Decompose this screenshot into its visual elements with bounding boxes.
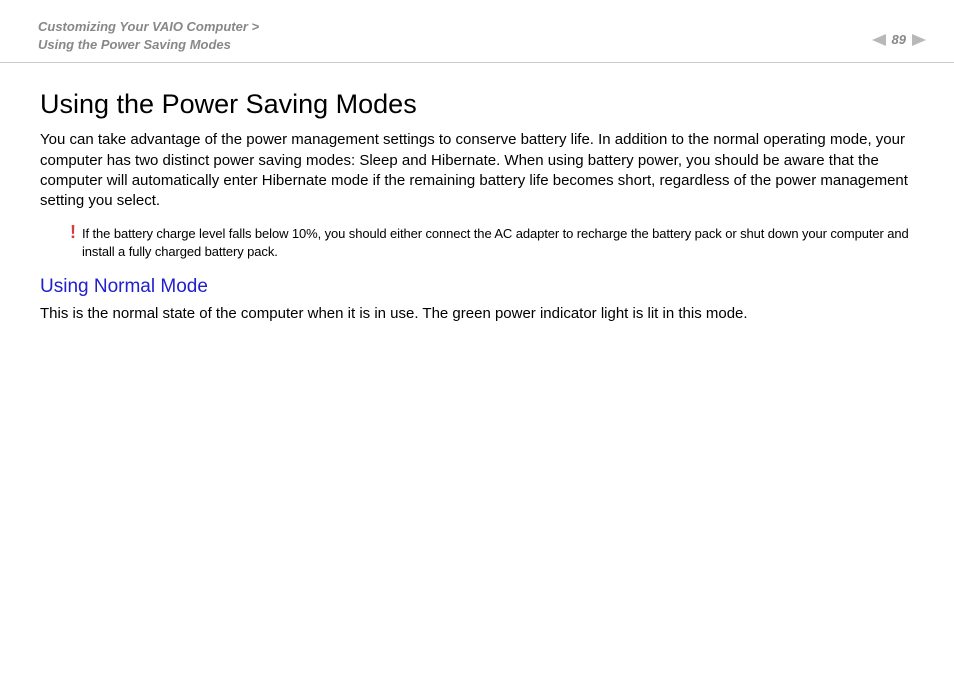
page-header: Customizing Your VAIO Computer > Using t…: [0, 0, 954, 63]
breadcrumb-line-1: Customizing Your VAIO Computer >: [38, 18, 259, 36]
page-navigation: 89: [872, 32, 926, 47]
page-number: 89: [892, 32, 906, 47]
section-heading-normal-mode: Using Normal Mode: [40, 276, 914, 298]
warning-block: ! If the battery charge level falls belo…: [40, 225, 914, 260]
warning-text: If the battery charge level falls below …: [82, 225, 914, 260]
intro-paragraph: You can take advantage of the power mana…: [40, 130, 914, 211]
page-content: Using the Power Saving Modes You can tak…: [0, 63, 954, 324]
page-title: Using the Power Saving Modes: [40, 89, 914, 120]
prev-page-icon[interactable]: [872, 34, 886, 46]
next-page-icon[interactable]: [912, 34, 926, 46]
section-body-normal-mode: This is the normal state of the computer…: [40, 304, 914, 324]
breadcrumb-line-2: Using the Power Saving Modes: [38, 36, 259, 54]
breadcrumb: Customizing Your VAIO Computer > Using t…: [38, 18, 259, 54]
warning-icon: !: [70, 223, 76, 241]
